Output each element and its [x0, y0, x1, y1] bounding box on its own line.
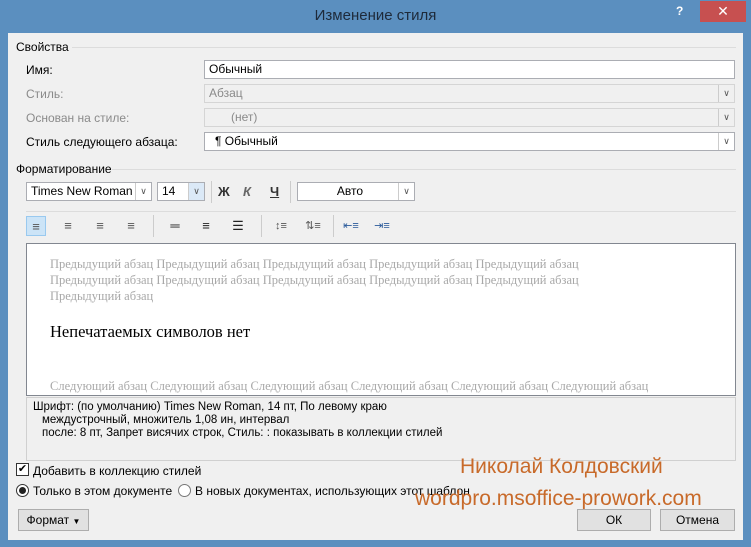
- separator: [211, 181, 212, 203]
- decrease-paragraph-spacing-icon[interactable]: ⇅≡: [303, 216, 323, 236]
- style-description: Шрифт: (по умолчанию) Times New Roman, 1…: [26, 397, 736, 461]
- double-spacing-icon[interactable]: ☰: [228, 216, 248, 236]
- based-on-label: Основан на стиле:: [26, 111, 130, 125]
- description-line: Шрифт: (по умолчанию) Times New Roman, 1…: [33, 401, 387, 413]
- align-center-icon[interactable]: ≡: [58, 216, 78, 236]
- format-button[interactable]: Формат ▼: [18, 509, 89, 531]
- chevron-down-icon: ∨: [718, 85, 734, 102]
- formatting-heading: Форматирование: [16, 162, 112, 176]
- ok-button[interactable]: ОК: [577, 509, 651, 531]
- dialog-title: Изменение стиля: [314, 7, 437, 24]
- help-button[interactable]: ?: [676, 4, 696, 18]
- single-spacing-icon[interactable]: ═: [165, 216, 185, 236]
- align-right-icon[interactable]: ≡: [90, 216, 110, 236]
- divider: [112, 169, 736, 170]
- increase-paragraph-spacing-icon[interactable]: ↕≡: [271, 216, 291, 236]
- decrease-indent-icon[interactable]: ⇤≡: [341, 216, 361, 236]
- next-paragraph-text: Следующий абзац Следующий абзац Следующи…: [50, 379, 649, 393]
- color-select[interactable]: Авто ∨: [297, 182, 415, 201]
- watermark-site: wordpro.msoffice-prowork.com: [415, 487, 702, 510]
- sample-text: Непечатаемых символов нет: [50, 322, 251, 341]
- align-left-icon[interactable]: ≡: [26, 216, 46, 236]
- chevron-down-icon: ∨: [135, 183, 151, 200]
- name-label: Имя:: [26, 63, 53, 77]
- style-preview: Предыдущий абзац Предыдущий абзац Предыд…: [26, 243, 736, 396]
- chevron-down-icon: ∨: [718, 109, 734, 126]
- separator: [153, 215, 154, 237]
- based-on-select[interactable]: (нет) ∨: [204, 108, 735, 127]
- description-line: после: 8 пт, Запрет висячих строк, Стиль…: [42, 427, 443, 439]
- next-style-select[interactable]: ¶ Обычный ∨: [204, 132, 735, 151]
- separator: [333, 215, 334, 237]
- dropdown-arrow-icon: ▼: [72, 517, 81, 526]
- underline-button[interactable]: Ч: [270, 184, 279, 199]
- font-select[interactable]: Times New Roman ∨: [26, 182, 152, 201]
- divider: [72, 47, 736, 48]
- only-this-document-radio[interactable]: [16, 484, 29, 497]
- new-documents-radio[interactable]: [178, 484, 191, 497]
- chevron-down-icon: ∨: [718, 133, 734, 150]
- separator: [261, 215, 262, 237]
- based-on-value: (нет): [231, 110, 258, 124]
- increase-indent-icon[interactable]: ⇥≡: [372, 216, 392, 236]
- only-this-document-label: Только в этом документе: [33, 484, 173, 498]
- watermark-author: Николай Колдовский: [460, 455, 663, 478]
- bold-button[interactable]: Ж: [218, 184, 230, 199]
- name-input[interactable]: Обычный: [204, 60, 735, 79]
- style-type-select[interactable]: Абзац ∨: [204, 84, 735, 103]
- properties-heading: Свойства: [16, 40, 69, 54]
- chevron-down-icon: ∨: [188, 183, 204, 200]
- previous-paragraph-text: Предыдущий абзац Предыдущий абзац Предыд…: [50, 257, 579, 303]
- size-select[interactable]: 14 ∨: [157, 182, 205, 201]
- color-value: Авто: [336, 184, 364, 198]
- one-half-spacing-icon[interactable]: ≡: [196, 216, 216, 236]
- italic-button[interactable]: К: [243, 184, 251, 199]
- next-style-value: ¶ Обычный: [215, 134, 278, 148]
- chevron-down-icon: ∨: [398, 183, 414, 200]
- add-to-gallery-checkbox[interactable]: ✔: [16, 463, 29, 476]
- add-to-gallery-label: Добавить в коллекцию стилей: [33, 464, 202, 478]
- font-value: Times New Roman: [31, 184, 133, 198]
- cancel-button[interactable]: Отмена: [660, 509, 735, 531]
- close-button[interactable]: ✕: [700, 1, 746, 22]
- style-type-label: Стиль:: [26, 87, 64, 101]
- justify-icon[interactable]: ≡: [121, 216, 141, 236]
- description-line: междустрочный, множитель 1,08 ин, интерв…: [42, 414, 290, 426]
- size-value: 14: [162, 184, 176, 198]
- divider: [26, 211, 736, 212]
- style-type-value: Абзац: [209, 86, 243, 100]
- format-label: Формат: [26, 513, 70, 527]
- next-style-label: Стиль следующего абзаца:: [26, 135, 178, 149]
- separator: [290, 181, 291, 203]
